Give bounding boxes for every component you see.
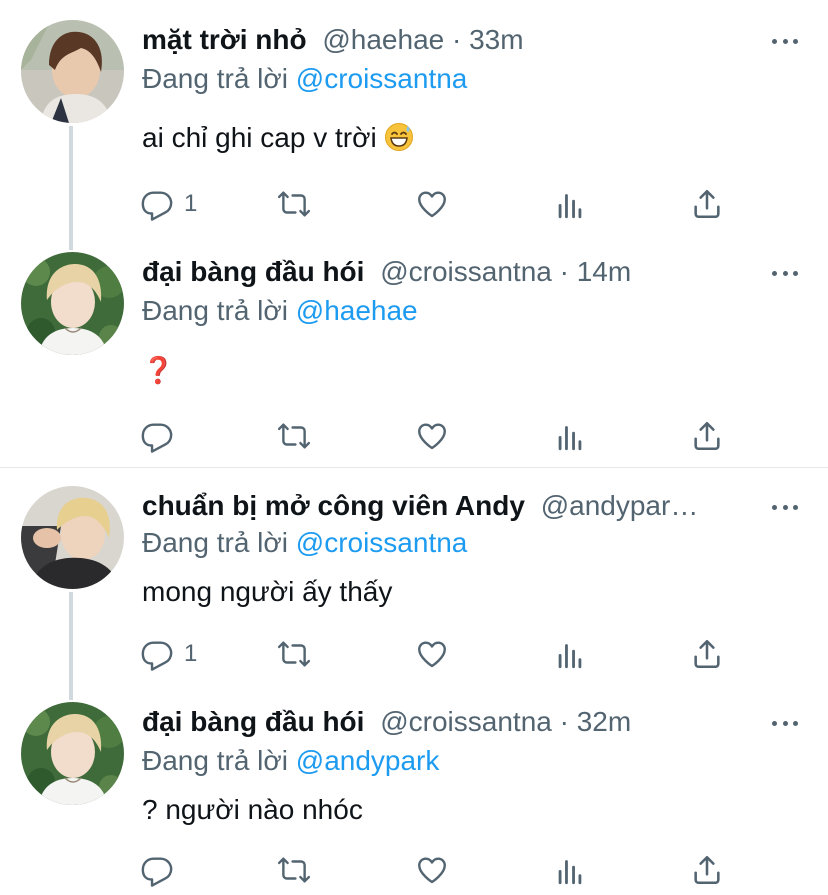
avatar[interactable]	[21, 20, 124, 123]
mention-link[interactable]: @croissantna	[296, 527, 468, 558]
tweet-text-content: mong người ấy thấy	[142, 576, 393, 607]
timestamp[interactable]: 14m	[577, 256, 631, 287]
like-button[interactable]	[415, 416, 449, 456]
user-handle[interactable]: @croissantna	[380, 256, 552, 287]
like-icon	[415, 637, 449, 671]
tweet-actions: 1	[140, 184, 740, 224]
tweet-text: ai chỉ ghi cap v trời	[142, 118, 414, 158]
tweet-header: đại bàng đầu hói @croissantna · 14m	[142, 252, 758, 292]
analytics-button[interactable]	[553, 634, 587, 674]
analytics-button[interactable]	[553, 850, 587, 890]
retweet-icon	[277, 187, 311, 221]
more-icon[interactable]	[772, 710, 798, 736]
user-handle[interactable]: @andypar…	[541, 490, 699, 521]
reply-count: 1	[184, 640, 198, 667]
avatar[interactable]	[21, 702, 124, 805]
display-name[interactable]: đại bàng đầu hói	[142, 256, 364, 287]
retweet-icon	[277, 637, 311, 671]
tweet[interactable]: đại bàng đầu hói @croissantna · 14m Đang…	[0, 250, 828, 466]
tweet[interactable]: mặt trời nhỏ @haehae · 33m Đang trả lời …	[0, 0, 828, 236]
replying-to-label: Đang trả lời	[142, 527, 296, 558]
reply-button[interactable]	[140, 416, 184, 456]
tweet-text-content: ? người nào nhóc	[142, 794, 363, 825]
retweet-icon	[277, 419, 311, 453]
share-button[interactable]	[690, 184, 724, 224]
analytics-icon	[553, 419, 587, 453]
tweet-actions	[140, 850, 740, 890]
like-icon	[415, 853, 449, 887]
tweet-header: đại bàng đầu hói @croissantna · 32m	[142, 702, 758, 742]
like-button[interactable]	[415, 850, 449, 890]
reply-count: 1	[184, 190, 198, 217]
replying-to-label: Đang trả lời	[142, 63, 296, 94]
analytics-icon	[553, 853, 587, 887]
share-button[interactable]	[690, 416, 724, 456]
retweet-button[interactable]	[277, 184, 311, 224]
share-icon	[690, 637, 724, 671]
user-handle[interactable]: @haehae	[322, 24, 444, 55]
share-button[interactable]	[690, 634, 724, 674]
tweet[interactable]: đại bàng đầu hói @croissantna · 32m Đang…	[0, 700, 828, 895]
analytics-icon	[553, 637, 587, 671]
tweet-text: ? người nào nhóc	[142, 790, 363, 830]
mention-link[interactable]: @andypark	[296, 745, 440, 776]
replying-to: Đang trả lời @haehae	[142, 292, 418, 330]
timestamp[interactable]: 33m	[469, 24, 523, 55]
reply-button[interactable]: 1	[140, 634, 197, 674]
reply-icon	[140, 187, 174, 221]
tweet-header: chuẩn bị mở công viên Andy @andypar…	[142, 486, 758, 526]
reply-icon	[140, 853, 174, 887]
replying-to: Đang trả lời @croissantna	[142, 524, 467, 562]
mention-link[interactable]: @croissantna	[296, 63, 468, 94]
share-icon	[690, 187, 724, 221]
retweet-button[interactable]	[277, 850, 311, 890]
replying-to: Đang trả lời @andypark	[142, 742, 439, 780]
share-button[interactable]	[690, 850, 724, 890]
tweet-text: ❓	[142, 350, 174, 390]
reply-icon	[140, 637, 174, 671]
retweet-button[interactable]	[277, 416, 311, 456]
more-icon[interactable]	[772, 28, 798, 54]
tweet-actions: 1	[140, 634, 740, 674]
replying-to-label: Đang trả lời	[142, 745, 296, 776]
reply-button[interactable]	[140, 850, 184, 890]
more-icon[interactable]	[772, 260, 798, 286]
analytics-button[interactable]	[553, 184, 587, 224]
replying-to: Đang trả lời @croissantna	[142, 60, 467, 98]
analytics-icon	[553, 187, 587, 221]
grinning-face-with-sweat-icon	[385, 123, 414, 151]
separator-dot: ·	[444, 24, 470, 55]
timestamp[interactable]: 32m	[577, 706, 631, 737]
avatar[interactable]	[21, 252, 124, 355]
share-icon	[690, 419, 724, 453]
tweet-text: mong người ấy thấy	[142, 572, 392, 612]
avatar[interactable]	[21, 486, 124, 589]
like-icon	[415, 187, 449, 221]
like-icon	[415, 419, 449, 453]
like-button[interactable]	[415, 634, 449, 674]
display-name[interactable]: mặt trời nhỏ	[142, 24, 307, 55]
share-icon	[690, 853, 724, 887]
tweet-header: mặt trời nhỏ @haehae · 33m	[142, 20, 758, 60]
analytics-button[interactable]	[553, 416, 587, 456]
display-name[interactable]: chuẩn bị mở công viên Andy	[142, 490, 525, 521]
tweet-text-content: ai chỉ ghi cap v trời	[142, 122, 377, 153]
separator-dot: ·	[551, 256, 577, 287]
more-icon[interactable]	[772, 494, 798, 520]
mention-link[interactable]: @haehae	[296, 295, 418, 326]
tweet[interactable]: chuẩn bị mở công viên Andy @andypar… Đan…	[0, 468, 828, 688]
retweet-icon	[277, 853, 311, 887]
replying-to-label: Đang trả lời	[142, 295, 296, 326]
separator-dot: ·	[551, 706, 577, 737]
retweet-button[interactable]	[277, 634, 311, 674]
reply-icon	[140, 419, 174, 453]
tweet-text-content: ❓	[142, 355, 175, 385]
display-name[interactable]: đại bàng đầu hói	[142, 706, 364, 737]
user-handle[interactable]: @croissantna	[380, 706, 552, 737]
like-button[interactable]	[415, 184, 449, 224]
reply-button[interactable]: 1	[140, 184, 197, 224]
tweet-actions	[140, 416, 740, 456]
